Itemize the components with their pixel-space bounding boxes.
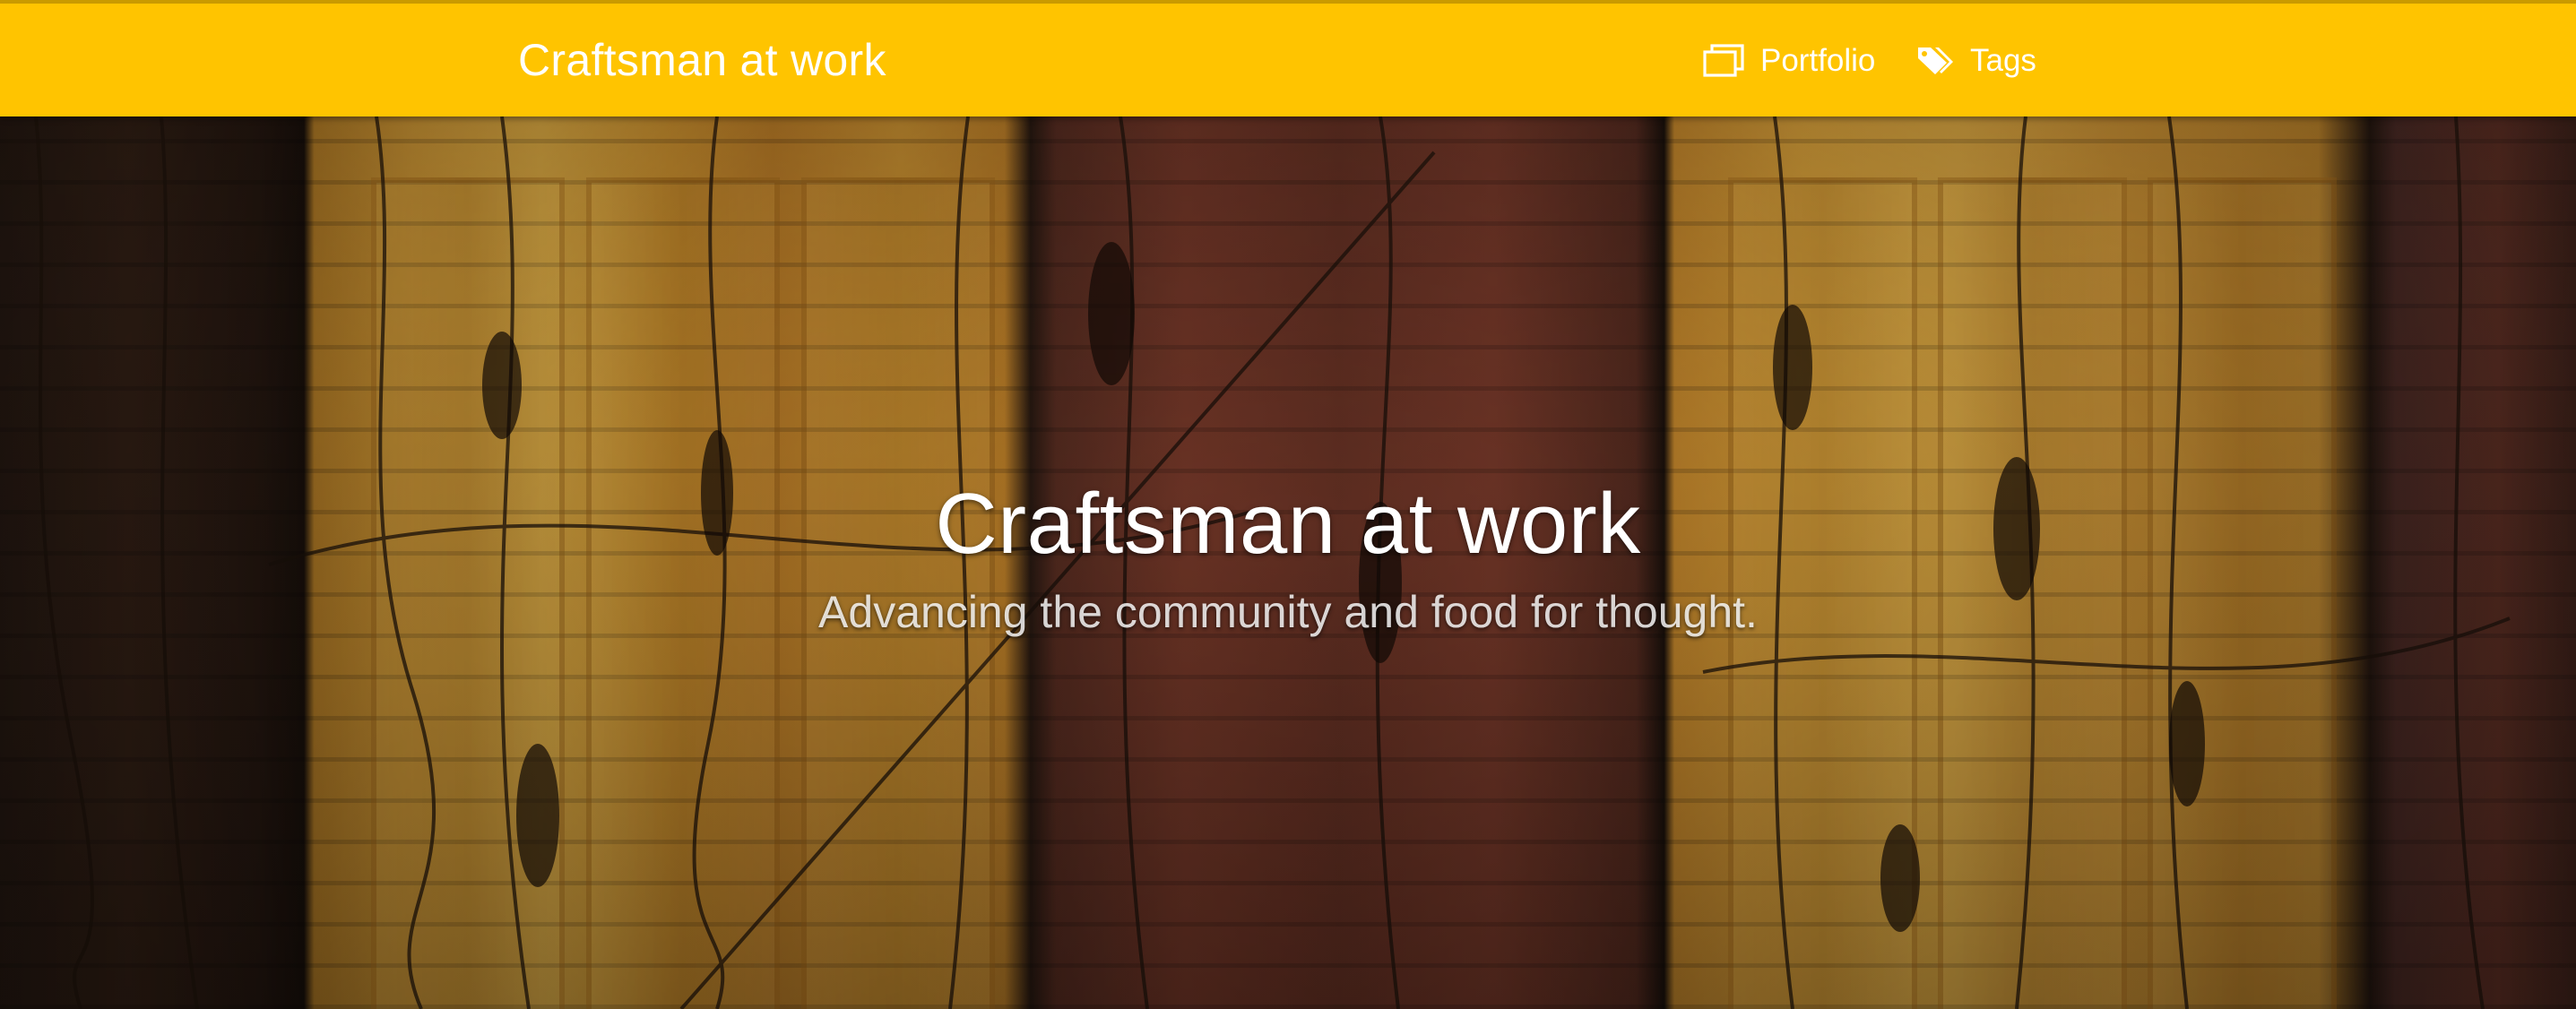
hero-title: Craftsman at work [935,476,1641,572]
nav-link-tags[interactable]: Tags [1916,38,2036,84]
tags-icon [1916,45,1954,77]
site-brand-link[interactable]: Craftsman at work [518,34,886,86]
navbar: Craftsman at work Portfolio Tags [0,0,2576,116]
nav-link-label: Portfolio [1760,43,1876,78]
portfolio-icon [1703,44,1744,78]
nav-link-portfolio[interactable]: Portfolio [1703,38,1875,84]
nav-link-label: Tags [1970,43,2036,78]
hero-subtitle: Advancing the community and food for tho… [818,587,1758,637]
hero-banner: Craftsman at work Advancing the communit… [0,116,2576,1009]
